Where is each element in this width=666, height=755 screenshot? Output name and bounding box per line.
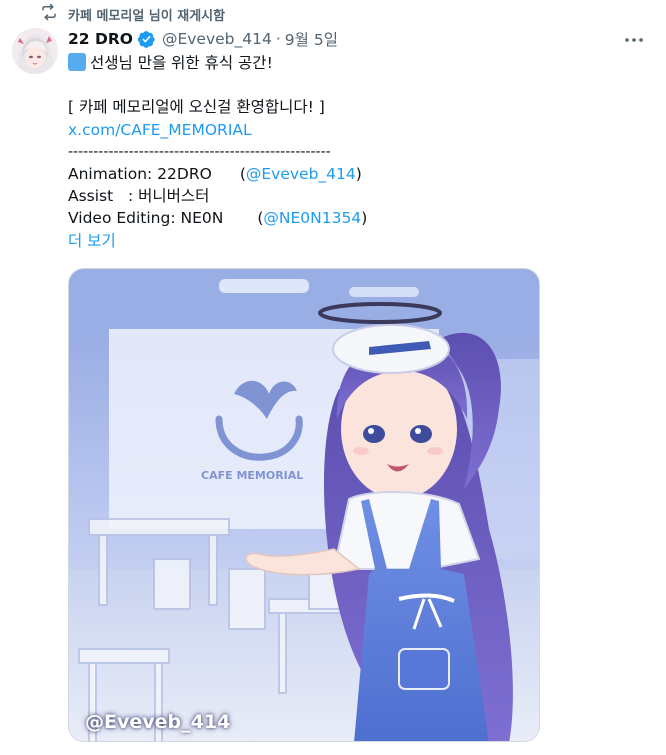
mention-neon[interactable]: @NE0N1354 xyxy=(263,209,361,227)
tweet-intro: 선생님 만을 위한 휴식 공간! xyxy=(90,54,273,72)
cafe-link[interactable]: x.com/CAFE_MEMORIAL xyxy=(68,121,252,139)
media-watermark: @Eveveb_414 xyxy=(85,711,231,733)
mention-eveveb[interactable]: @Eveveb_414 xyxy=(246,165,356,183)
author-display-name[interactable]: 22 DRO xyxy=(68,30,133,48)
tweet-line-welcome: [ 카페 메모리얼에 오신걸 환영합니다! ] xyxy=(68,98,325,117)
tweet-text: 선생님 만을 위한 휴식 공간! [ 카페 메모리얼에 오신걸 환영합니다! ]… xyxy=(68,52,628,252)
credit-animation-label: Animation: 22DRO xyxy=(68,164,212,183)
repost-label: 카페 메모리얼 님이 재게시함 xyxy=(68,8,226,24)
verified-badge-icon[interactable] xyxy=(137,30,156,49)
cafe-sign-text: CAFE MEMORIAL xyxy=(201,469,303,482)
more-options-icon[interactable] xyxy=(620,30,648,50)
tweet-credit-animation: Animation: 22DRO (@Eveveb_414) xyxy=(68,163,628,185)
tweet-separator-line: ----------------------------------------… xyxy=(68,143,331,160)
tweet-credit-assist: Assist : 버니버스터 xyxy=(68,187,210,206)
show-more-link[interactable]: 더 보기 xyxy=(68,232,116,250)
tweet-credit-editing: Video Editing: NE0N (@NE0N1354) xyxy=(68,207,628,229)
avatar[interactable] xyxy=(12,28,58,74)
author-handle[interactable]: @Eveveb_414 xyxy=(162,30,272,48)
repost-icon xyxy=(40,3,58,25)
media-illustration: CAFE MEMORIAL xyxy=(69,269,539,741)
repost-indicator[interactable]: 카페 메모리얼 님이 재게시함 xyxy=(40,3,226,25)
tweet-media[interactable]: CAFE MEMORIAL @Eveveb_414 xyxy=(68,268,540,742)
tweet-date[interactable]: 9월 5일 xyxy=(285,28,338,50)
tweet-header: 22 DRO @Eveveb_414 · 9월 5일 xyxy=(68,27,338,51)
credit-animation-close: ) xyxy=(355,164,362,183)
blue-square-icon xyxy=(68,53,86,71)
header-separator: · xyxy=(275,30,281,48)
tweet-line-1: 선생님 만을 위한 휴식 공간! xyxy=(68,52,628,74)
credit-editing-close: ) xyxy=(361,209,368,228)
credit-editing-label: Video Editing: NE0N xyxy=(68,209,224,228)
